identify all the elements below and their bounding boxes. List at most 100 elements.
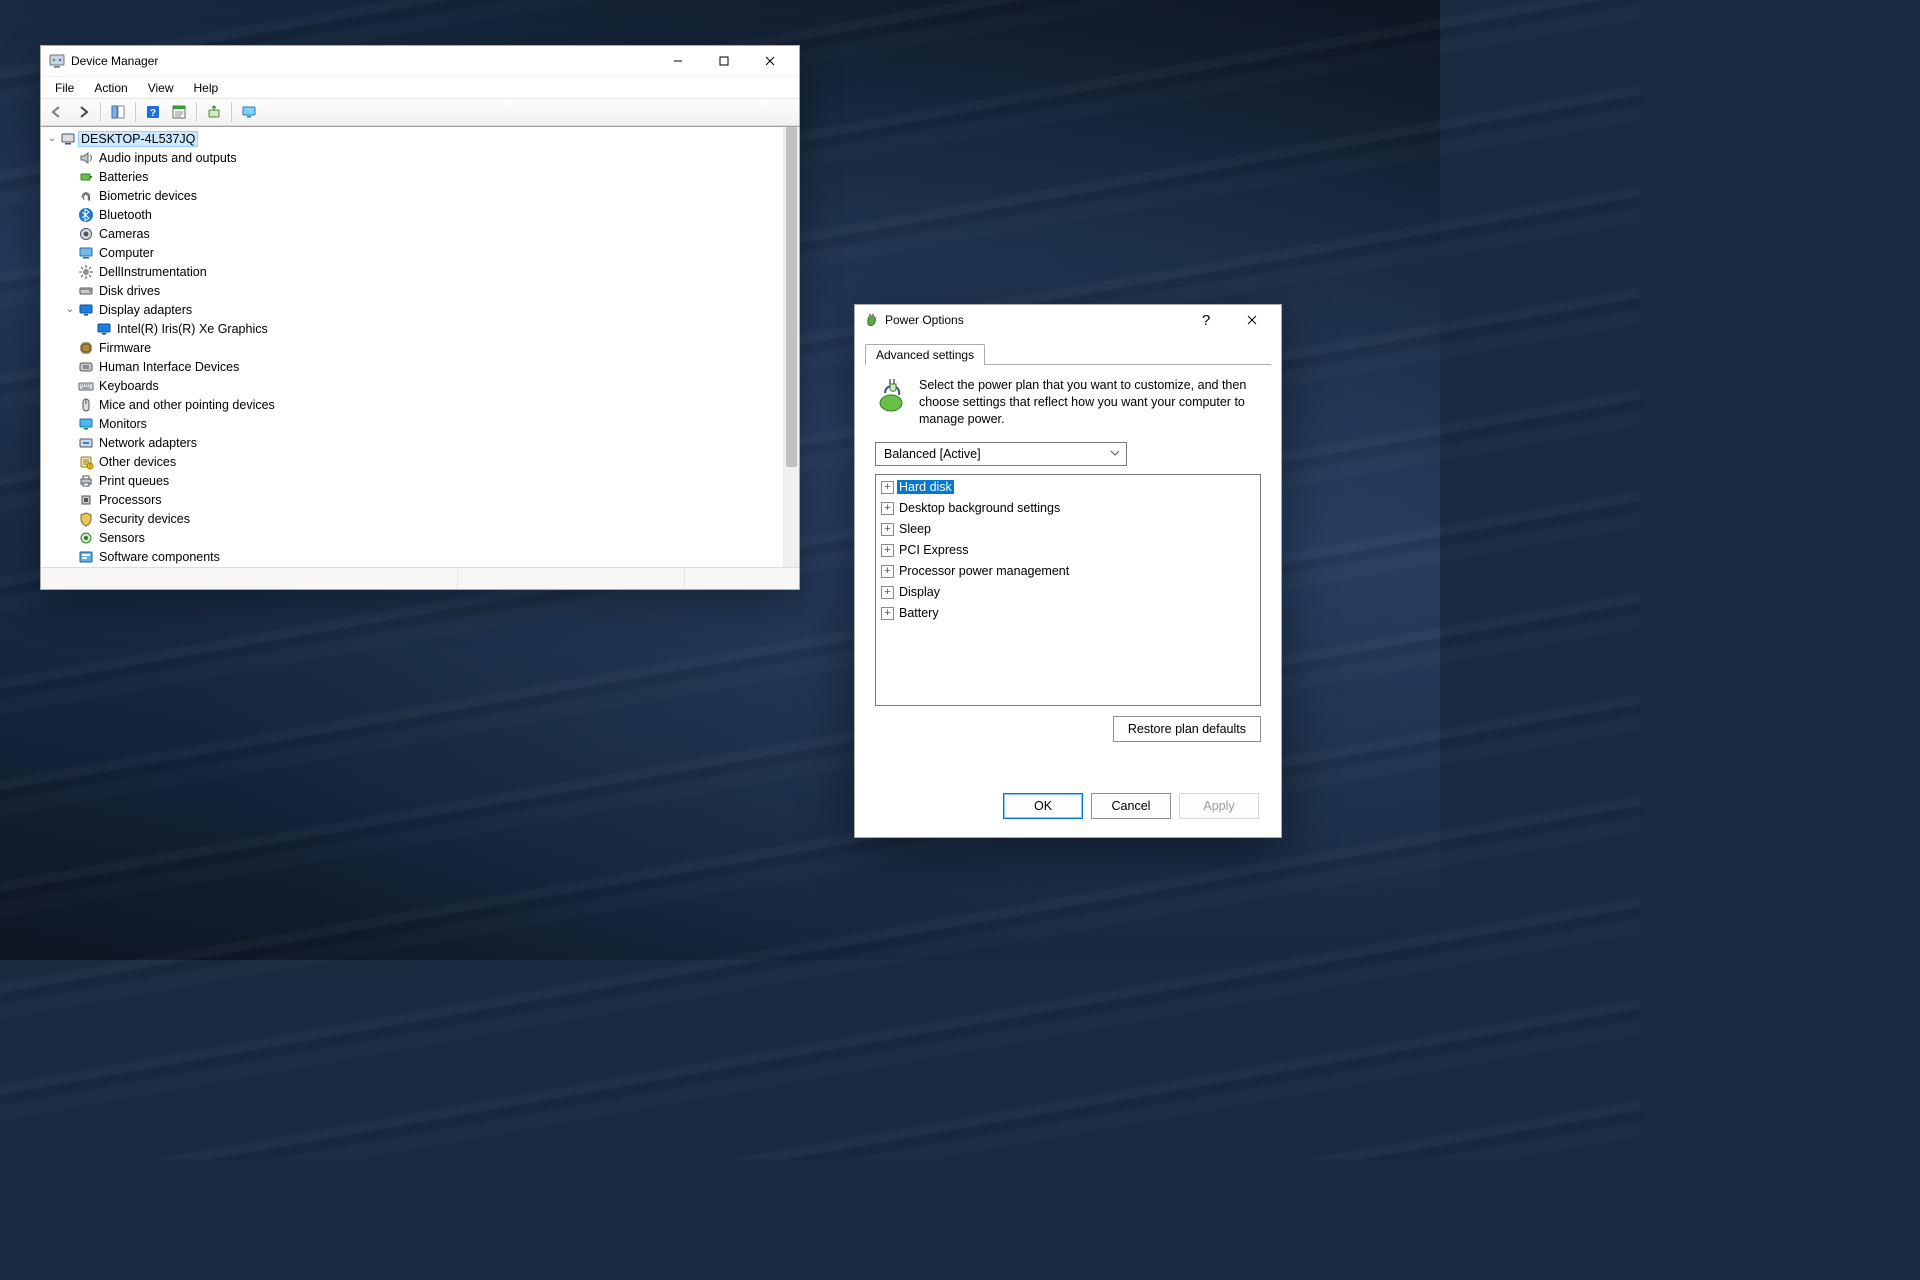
devmgr-titlebar[interactable]: Device Manager — [41, 46, 799, 76]
scan-hardware-button[interactable] — [202, 100, 226, 124]
back-button[interactable] — [45, 100, 69, 124]
power-setting-label: Battery — [897, 606, 941, 620]
tree-item-label: Display adapters — [97, 303, 194, 317]
tree-item[interactable]: Firmware — [41, 338, 783, 357]
tree-item[interactable]: Mice and other pointing devices — [41, 395, 783, 414]
help-button[interactable]: ? — [141, 100, 165, 124]
minimize-button[interactable] — [655, 46, 701, 76]
tree-item[interactable]: Intel(R) Iris(R) Xe Graphics — [41, 319, 783, 338]
close-button[interactable] — [1229, 305, 1275, 335]
tree-item-label: DellInstrumentation — [97, 265, 209, 279]
tree-item[interactable]: Print queues — [41, 471, 783, 490]
tree-item[interactable]: Monitors — [41, 414, 783, 433]
properties-button[interactable] — [167, 100, 191, 124]
tree-item[interactable]: Computer — [41, 243, 783, 262]
show-hide-tree-button[interactable] — [106, 100, 130, 124]
tree-item[interactable]: Network adapters — [41, 433, 783, 452]
maximize-button[interactable] — [701, 46, 747, 76]
tree-item[interactable]: Sensors — [41, 528, 783, 547]
tree-item[interactable]: ⌄ Display adapters — [41, 300, 783, 319]
apply-button[interactable]: Apply — [1179, 793, 1259, 819]
tree-item-label: Human Interface Devices — [97, 360, 241, 374]
pc-icon — [60, 131, 76, 147]
power-setting-item[interactable]: +Battery — [878, 603, 1258, 624]
tree-item[interactable]: Audio inputs and outputs — [41, 148, 783, 167]
tree-item[interactable]: Disk drives — [41, 281, 783, 300]
tree-item[interactable]: Cameras — [41, 224, 783, 243]
tab-advanced-settings[interactable]: Advanced settings — [865, 344, 985, 365]
tree-item[interactable]: Bluetooth — [41, 205, 783, 224]
tree-item[interactable]: Audio inputs and outputs — [41, 566, 783, 567]
forward-button[interactable] — [71, 100, 95, 124]
device-manager-window[interactable]: Device Manager File Action View Help ? — [40, 45, 800, 590]
tree-item[interactable]: ⌄DESKTOP-4L537JQ — [41, 129, 783, 148]
tree-item[interactable]: Software components — [41, 547, 783, 566]
power-setting-item[interactable]: +Hard disk — [878, 477, 1258, 498]
power-plan-select[interactable]: Balanced [Active] — [875, 442, 1127, 466]
tree-item[interactable]: Processors — [41, 490, 783, 509]
svg-text:!: ! — [89, 464, 90, 470]
power-setting-label: PCI Express — [897, 543, 970, 557]
speaker-icon — [78, 150, 94, 166]
tree-item-label: Bluetooth — [97, 208, 154, 222]
device-tree[interactable]: ⌄DESKTOP-4L537JQAudio inputs and outputs… — [41, 127, 783, 567]
expand-toggle[interactable]: + — [881, 586, 894, 599]
tree-item[interactable]: Keyboards — [41, 376, 783, 395]
help-button[interactable]: ? — [1183, 305, 1229, 335]
ok-button[interactable]: OK — [1003, 793, 1083, 819]
expand-toggle[interactable]: + — [881, 607, 894, 620]
battery-icon — [78, 169, 94, 185]
cancel-button[interactable]: Cancel — [1091, 793, 1171, 819]
tree-item[interactable]: Batteries — [41, 167, 783, 186]
tree-item-label: Network adapters — [97, 436, 199, 450]
close-button[interactable] — [747, 46, 793, 76]
power-setting-label: Desktop background settings — [897, 501, 1062, 515]
chip-icon — [78, 340, 94, 356]
monitor-button[interactable] — [237, 100, 261, 124]
menu-action[interactable]: Action — [84, 79, 137, 97]
devmgr-menubar: File Action View Help — [41, 76, 799, 98]
scrollbar-thumb[interactable] — [786, 127, 797, 467]
tree-item[interactable]: !Other devices — [41, 452, 783, 471]
scrollbar[interactable] — [783, 127, 799, 567]
power-setting-item[interactable]: +Display — [878, 582, 1258, 603]
restore-plan-defaults-button[interactable]: Restore plan defaults — [1113, 716, 1261, 742]
tree-item[interactable]: Biometric devices — [41, 186, 783, 205]
tree-item-label: Batteries — [97, 170, 150, 184]
power-settings-tree[interactable]: +Hard disk+Desktop background settings+S… — [875, 474, 1261, 706]
display-icon — [78, 302, 94, 318]
expand-toggle[interactable]: + — [881, 481, 894, 494]
menu-view[interactable]: View — [138, 79, 184, 97]
network-icon — [78, 435, 94, 451]
expand-toggle[interactable]: + — [881, 523, 894, 536]
power-options-window[interactable]: Power Options ? Advanced settings Select… — [854, 304, 1282, 838]
pwr-tabstrip: Advanced settings — [865, 341, 1271, 365]
toolbar-separator — [100, 102, 101, 122]
tree-item-label: Cameras — [97, 227, 152, 241]
expand-toggle[interactable]: + — [881, 502, 894, 515]
expand-toggle[interactable]: ⌄ — [63, 304, 77, 315]
devmgr-toolbar: ? — [41, 98, 799, 126]
power-setting-label: Hard disk — [897, 480, 954, 494]
tree-item[interactable]: DellInstrumentation — [41, 262, 783, 281]
tree-item[interactable]: Security devices — [41, 509, 783, 528]
tree-item-label: Sensors — [97, 531, 147, 545]
menu-help[interactable]: Help — [184, 79, 229, 97]
expand-toggle[interactable]: ⌄ — [45, 133, 59, 144]
disk-icon — [78, 283, 94, 299]
pwr-titlebar[interactable]: Power Options ? — [855, 305, 1281, 335]
power-setting-item[interactable]: +PCI Express — [878, 540, 1258, 561]
power-setting-label: Sleep — [897, 522, 933, 536]
power-setting-item[interactable]: +Desktop background settings — [878, 498, 1258, 519]
menu-file[interactable]: File — [45, 79, 84, 97]
power-setting-item[interactable]: +Sleep — [878, 519, 1258, 540]
tree-item-label: Computer — [97, 246, 156, 260]
bluetooth-icon — [78, 207, 94, 223]
tree-item[interactable]: Human Interface Devices — [41, 357, 783, 376]
power-setting-item[interactable]: +Processor power management — [878, 561, 1258, 582]
expand-toggle[interactable]: + — [881, 565, 894, 578]
tree-item-label: Firmware — [97, 341, 153, 355]
toolbar-separator — [135, 102, 136, 122]
monitor-icon — [78, 416, 94, 432]
expand-toggle[interactable]: + — [881, 544, 894, 557]
